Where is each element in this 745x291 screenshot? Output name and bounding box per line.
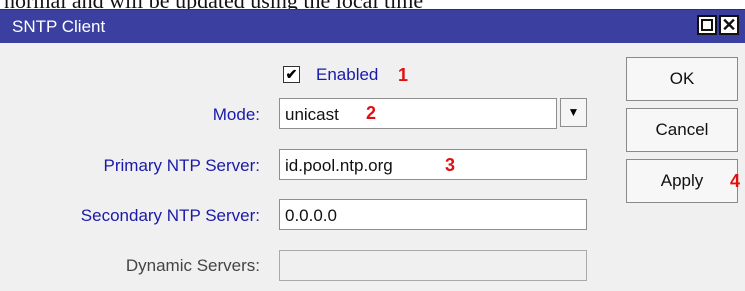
dropdown-arrow-icon[interactable]: ▼ (560, 98, 587, 127)
primary-ntp-input[interactable]: id.pool.ntp.org (279, 149, 587, 180)
background-document-text: normal and will be updated using the loc… (0, 0, 745, 9)
ok-button[interactable]: OK (626, 57, 738, 101)
mode-select[interactable]: unicast (279, 98, 557, 129)
window-titlebar[interactable]: SNTP Client ✕ (0, 9, 745, 43)
enabled-checkbox[interactable]: ✔ (283, 66, 300, 83)
apply-label: Apply (660, 171, 704, 190)
annotation-3: 3 (445, 155, 456, 175)
enabled-label[interactable]: Enabled (316, 65, 378, 85)
window-title: SNTP Client (12, 17, 106, 36)
dialog-panel: ✔ Enabled 1 Mode: unicast 2 ▼ Primary NT… (0, 43, 745, 291)
secondary-ntp-label: Secondary NTP Server: (80, 206, 260, 225)
annotation-1: 1 (398, 65, 409, 85)
annotation-4: 4 (730, 171, 741, 191)
background-text: normal and will be updated using the loc… (4, 0, 423, 9)
maximize-icon[interactable] (697, 15, 717, 35)
secondary-ntp-value: 0.0.0.0 (285, 206, 337, 225)
close-icon[interactable]: ✕ (719, 15, 739, 35)
annotation-2: 2 (366, 103, 377, 123)
dynamic-servers-field (279, 250, 587, 281)
mode-label: Mode: (212, 105, 260, 124)
apply-button[interactable]: Apply (626, 159, 738, 203)
mode-value: unicast (285, 105, 339, 124)
dynamic-servers-label: Dynamic Servers: (125, 256, 260, 275)
primary-ntp-value: id.pool.ntp.org (285, 156, 393, 175)
cancel-button[interactable]: Cancel (626, 108, 738, 152)
primary-ntp-label: Primary NTP Server: (103, 156, 261, 175)
secondary-ntp-input[interactable]: 0.0.0.0 (279, 199, 587, 230)
